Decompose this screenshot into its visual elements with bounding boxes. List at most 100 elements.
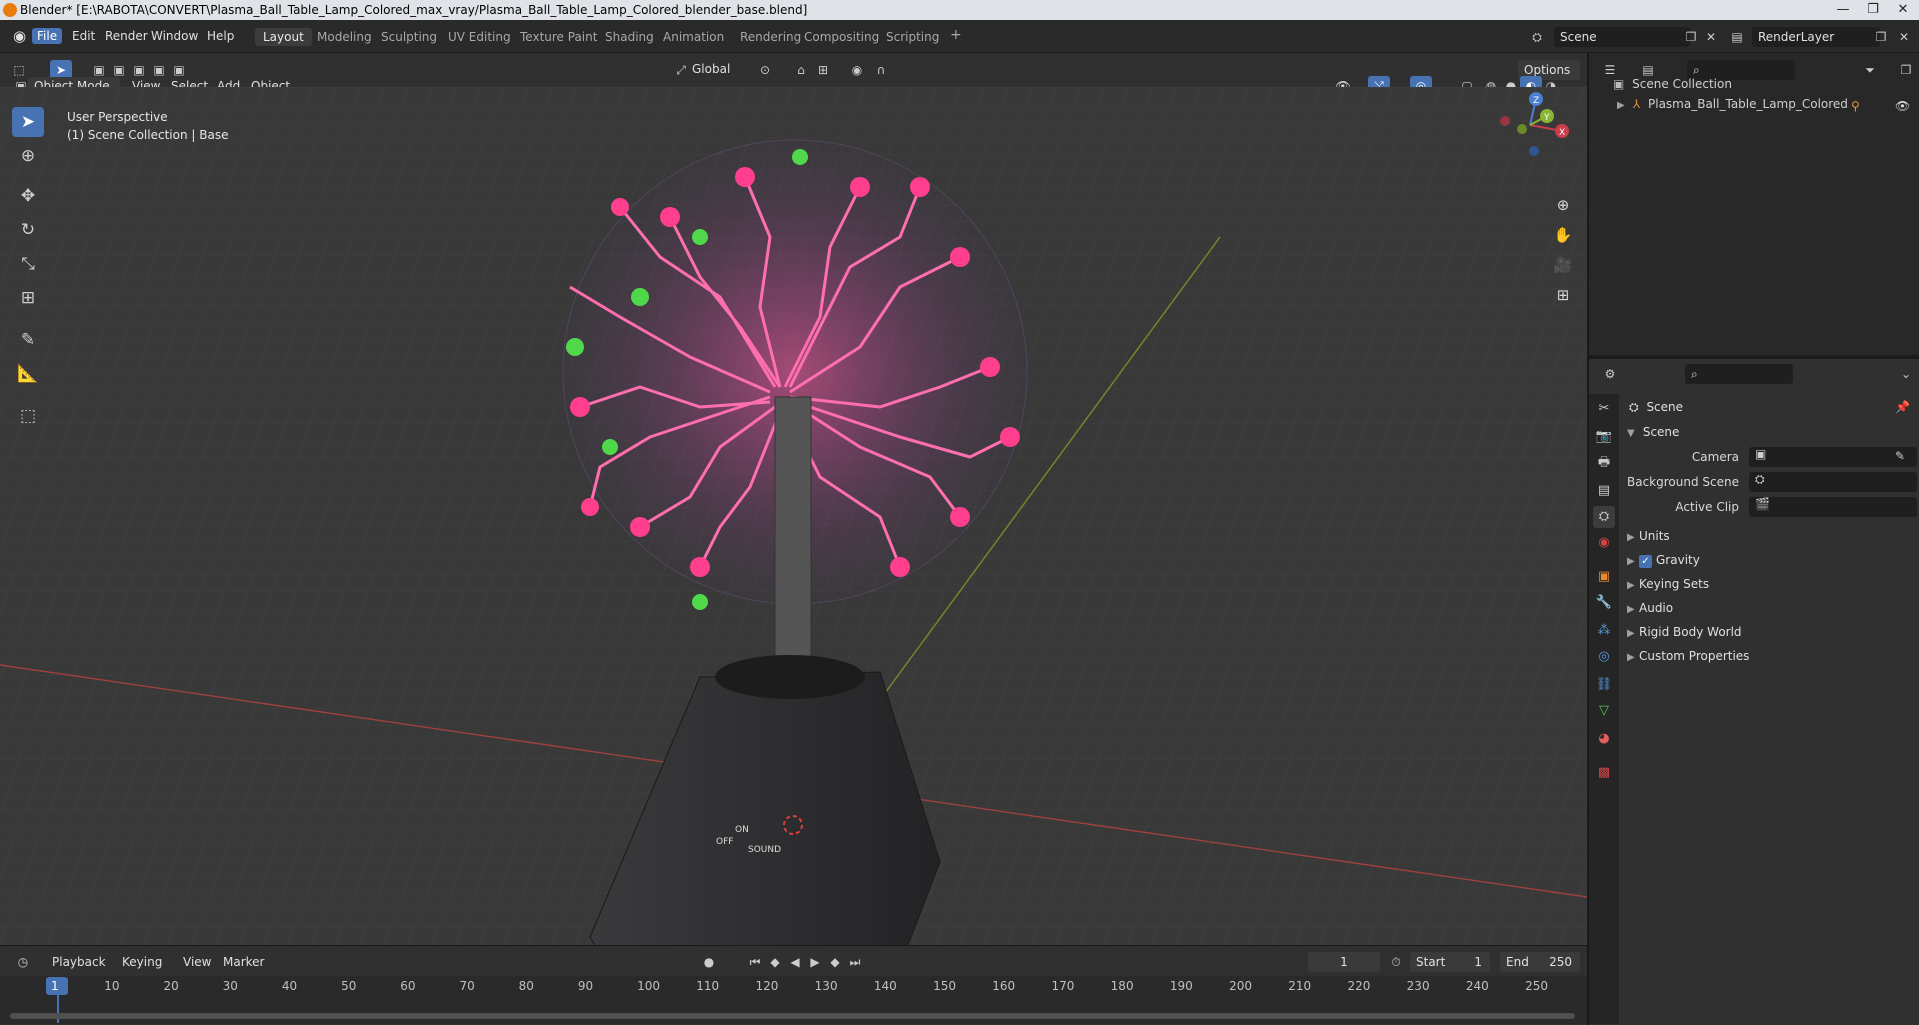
expand-chevron-icon[interactable]: ▶ — [1617, 100, 1629, 111]
3d-viewport[interactable]: ON OFF SOUND Z Y X — [0, 87, 1587, 945]
active-clip-field[interactable]: 🎬 — [1749, 497, 1917, 517]
texture-tab-icon[interactable]: ▩ — [1593, 762, 1615, 784]
tab-compositing[interactable]: Compositing — [796, 28, 887, 46]
pan-hand-icon[interactable]: ✋ — [1550, 222, 1576, 248]
new-scene-icon[interactable]: ❐ — [1680, 27, 1702, 47]
tab-scripting[interactable]: Scripting — [878, 28, 947, 46]
scene-tab-icon[interactable]: ⛭ — [1593, 506, 1615, 528]
visibility-eye-icon[interactable]: 👁 — [1895, 99, 1910, 113]
new-renderlayer-icon[interactable]: ❐ — [1870, 27, 1892, 47]
close-button[interactable]: ✕ — [1888, 0, 1918, 20]
transform-tool-icon[interactable]: ⊞ — [12, 283, 44, 313]
renderlayer-selector-icon[interactable]: ▤ — [1726, 27, 1748, 47]
delete-scene-icon[interactable]: ✕ — [1700, 27, 1722, 47]
record-icon[interactable]: ● — [698, 952, 720, 972]
play-reverse-icon[interactable]: ◀ — [784, 952, 806, 972]
scene-selector-icon[interactable]: ⛭ — [1526, 27, 1548, 47]
physics-tab-icon[interactable]: ◎ — [1593, 646, 1615, 668]
blender-menu-icon[interactable]: ◉ — [8, 26, 31, 46]
add-workspace-button[interactable]: + — [942, 25, 970, 45]
play-icon[interactable]: ▶ — [804, 952, 826, 972]
pin-icon[interactable]: 📌 — [1895, 400, 1910, 414]
outliner-root[interactable]: ▣ Scene Collection — [1613, 77, 1913, 95]
scale-tool-icon[interactable]: ⤡ — [12, 249, 44, 279]
current-frame-field[interactable]: 1 — [1308, 952, 1380, 972]
background-scene-field[interactable]: ⛭ — [1749, 472, 1917, 492]
world-tab-icon[interactable]: ◉ — [1593, 532, 1615, 554]
timeline-scrollbar[interactable] — [10, 1013, 1575, 1019]
object-tab-icon[interactable]: ▣ — [1593, 566, 1615, 588]
menu-edit[interactable]: Edit — [67, 28, 100, 44]
units-panel[interactable]: ▶ Units — [1627, 529, 1670, 543]
tool-tab-icon[interactable]: ✂ — [1593, 398, 1615, 420]
scene-field[interactable]: Scene — [1554, 27, 1690, 47]
properties-options-icon[interactable]: ⌄ — [1895, 364, 1917, 384]
menu-marker[interactable]: Marker — [223, 955, 264, 969]
tab-shading[interactable]: Shading — [597, 28, 662, 46]
viewport-info: User Perspective (1) Scene Collection | … — [67, 108, 228, 144]
menu-help[interactable]: Help — [202, 28, 239, 44]
menu-view-timeline[interactable]: View — [183, 955, 211, 969]
next-keyframe-icon[interactable]: ◆ — [824, 952, 846, 972]
tab-animation[interactable]: Animation — [655, 28, 732, 46]
menu-render[interactable]: Render — [100, 28, 153, 44]
jump-start-icon[interactable]: ⏮ — [744, 952, 766, 972]
start-frame-field[interactable]: Start 1 — [1410, 952, 1490, 972]
output-tab-icon[interactable]: 🖶 — [1593, 452, 1615, 474]
menu-file[interactable]: File — [32, 28, 63, 44]
tab-uv-editing[interactable]: UV Editing — [440, 28, 519, 46]
measure-tool-icon[interactable]: 📐 — [12, 359, 44, 389]
view-layer-tab-icon[interactable]: ▤ — [1593, 480, 1615, 502]
ortho-grid-icon[interactable]: ⊞ — [1550, 282, 1576, 308]
timeline-editor-icon[interactable]: ◷ — [12, 952, 34, 972]
background-scene-label: Background Scene — [1627, 475, 1739, 489]
material-tab-icon[interactable]: ◕ — [1593, 728, 1615, 750]
timeline-tick-label: 30 — [222, 979, 238, 993]
prev-keyframe-icon[interactable]: ◆ — [764, 952, 786, 972]
stopwatch-icon[interactable]: ⏱ — [1385, 952, 1407, 972]
camera-view-icon[interactable]: 🎥 — [1550, 252, 1576, 278]
jump-end-icon[interactable]: ⏭ — [844, 952, 866, 972]
end-frame-field[interactable]: End 250 — [1500, 952, 1580, 972]
tool-shelf: ➤ ⊕ ✥ ↻ ⤡ ⊞ ✎ 📐 ⬚ — [8, 107, 48, 447]
orientation-dropdown[interactable]: Global — [692, 62, 730, 76]
menu-playback[interactable]: Playback — [52, 955, 106, 969]
lamp-base-top — [715, 655, 865, 699]
tab-sculpting[interactable]: Sculpting — [373, 28, 445, 46]
custom-properties-panel[interactable]: ▶ Custom Properties — [1627, 649, 1749, 663]
properties-editor-icon[interactable]: ⚙ — [1599, 364, 1621, 384]
gravity-panel[interactable]: ▶ ✓ Gravity — [1627, 553, 1700, 568]
annotate-tool-icon[interactable]: ✎ — [12, 325, 44, 355]
menu-keying[interactable]: Keying — [122, 955, 162, 969]
data-tab-icon[interactable]: ▽ — [1593, 700, 1615, 722]
render-tab-icon[interactable]: 📷 — [1593, 426, 1615, 448]
tab-texture-paint[interactable]: Texture Paint — [512, 28, 605, 46]
zoom-icon[interactable]: ⊕ — [1550, 192, 1576, 218]
audio-panel[interactable]: ▶ Audio — [1627, 601, 1673, 615]
cursor-tool-icon[interactable]: ⊕ — [12, 141, 44, 171]
start-value: 1 — [1474, 955, 1482, 969]
minimize-button[interactable]: — — [1828, 0, 1858, 20]
move-tool-icon[interactable]: ✥ — [12, 181, 44, 211]
add-cube-tool-icon[interactable]: ⬚ — [12, 401, 44, 431]
rigid-body-world-panel[interactable]: ▶ Rigid Body World — [1627, 625, 1742, 639]
properties-search[interactable]: ⌕ — [1685, 364, 1793, 384]
rotate-tool-icon[interactable]: ↻ — [12, 215, 44, 245]
renderlayer-field[interactable]: RenderLayer — [1752, 27, 1880, 47]
keying-sets-panel[interactable]: ▶ Keying Sets — [1627, 577, 1709, 591]
menu-window[interactable]: Window — [146, 28, 203, 44]
gravity-checkbox[interactable]: ✓ — [1639, 555, 1652, 568]
select-box-tool-icon[interactable]: ➤ — [12, 107, 44, 137]
maximize-button[interactable]: ❐ — [1858, 0, 1888, 20]
modifier-tab-icon[interactable]: 🔧 — [1593, 592, 1615, 614]
scene-panel-header[interactable]: ▼ Scene — [1627, 425, 1679, 439]
eyedropper-icon[interactable]: ✎ — [1895, 449, 1905, 463]
tab-layout[interactable]: Layout — [255, 28, 312, 46]
constraints-tab-icon[interactable]: ⛓ — [1593, 674, 1615, 696]
outliner-item[interactable]: ▶ ⅄ Plasma_Ball_Table_Lamp_Colored — [1617, 97, 1917, 115]
modifier-icon[interactable]: ⚲ — [1851, 99, 1860, 113]
camera-field[interactable]: ▣ — [1749, 447, 1917, 467]
delete-renderlayer-icon[interactable]: ✕ — [1893, 27, 1915, 47]
tab-modeling[interactable]: Modeling — [309, 28, 380, 46]
particles-tab-icon[interactable]: ⁂ — [1593, 620, 1615, 642]
